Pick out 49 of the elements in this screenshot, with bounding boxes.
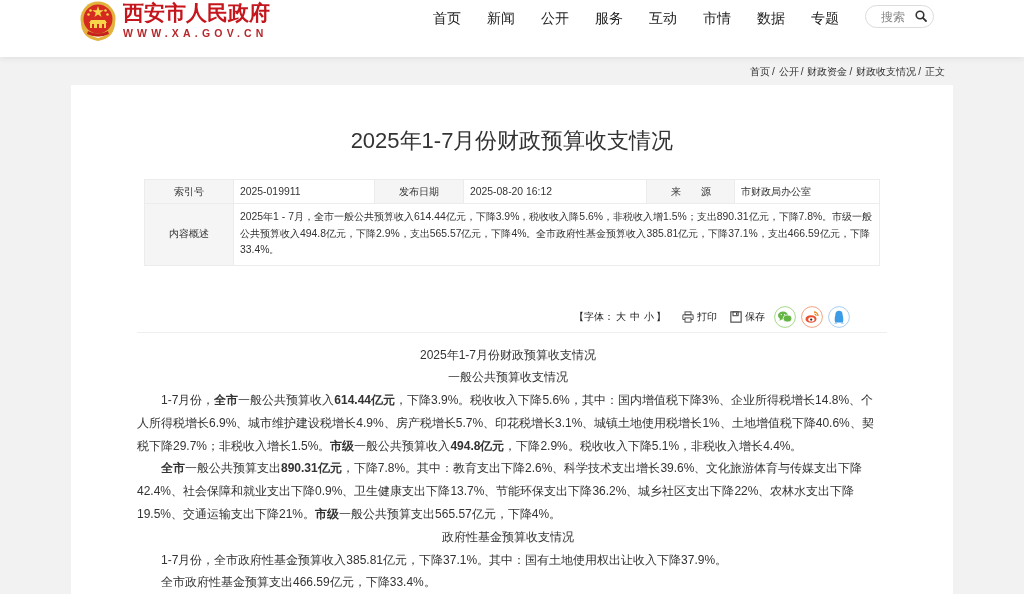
breadcrumb-link[interactable]: 财政收支情况: [856, 66, 917, 77]
meta-label-cell: 内容概述: [144, 203, 234, 265]
meta-label-cell: 发布日期: [374, 179, 464, 204]
breadcrumb-separator: /: [771, 66, 775, 77]
save-button[interactable]: 保存: [730, 309, 765, 324]
breadcrumb-separator: /: [800, 66, 804, 77]
print-icon: [682, 310, 694, 323]
meta-value-cell: 市财政局办公室: [734, 179, 880, 204]
body-paragraph: 1-7月份，全市一般公共预算收入614.44亿元，下降3.9%。税收收入下降5.6%，其中：国内增值税下降3%、企业所得税增长14.8%、个人所得税增长6.9%、城市维护建设税增长4.9%、房产税增长5.7%、印花税增长3.1%、城镇土地使用税增长1%、土地增值税下降40.6%、契税下降29.7%；非税收入增长1.5%。市级一般公共预算收入494.8亿元，下降2.9%。税收收入下降5.1%，非税收入增长4.4%。: [137, 392, 875, 455]
summary-cell: 2025年1 - 7月，全市一般公共预算收入614.44亿元，下降3.9%，税收收入降5.6%，非税收入增1.5%；支出890.31亿元，下降7.8%。市级一般公共预算收入494.8亿元，下降2.9%，支出565.57亿元，下降4%。全市政府性基金预算收入385.81亿元，下降37.1%，支出466.59亿元，下降33.4%。: [233, 203, 880, 265]
search-field[interactable]: 搜索: [865, 5, 934, 28]
article-title: 2025年1-7月份财政预算收支情况: [349, 127, 675, 155]
nav-link[interactable]: 互动: [649, 8, 677, 28]
penguin-icon[interactable]: [828, 305, 850, 328]
nav-link[interactable]: 公开: [541, 8, 569, 28]
meta-label-cell: 索引号: [144, 179, 234, 204]
font-size-bracket: 】: [656, 309, 666, 324]
nav-link[interactable]: 首页: [433, 8, 461, 28]
section-heading: 政府性基金预算收支情况: [441, 528, 575, 546]
print-button[interactable]: 打印: [682, 309, 717, 324]
breadcrumb-link[interactable]: 财政资金: [807, 66, 848, 77]
nav-link[interactable]: 新闻: [487, 8, 515, 28]
meta-label-cell: 来 源: [646, 179, 735, 204]
site-domain: WWW.XA.GOV.CN: [123, 27, 269, 39]
breadcrumb-link[interactable]: 首页: [749, 66, 770, 77]
breadcrumb-link[interactable]: 公开: [778, 66, 799, 77]
body-paragraph: 全市一般公共预算支出890.31亿元，下降7.8%。其中：教育支出下降2.6%、科学技术支出增长39.6%、文化旅游体育与传媒支出下降42.4%、社会保障和就业支出下降0.9%、卫生健康支出下降13.7%、节能环保支出下降36.2%、城乡社区支出下降22%、农林水支出下降19.5%、交通运输支出下降21%。市级一般公共预算支出565.57亿元，下降4%。: [137, 460, 864, 524]
breadcrumb-current: 正文: [925, 66, 945, 77]
nav-link[interactable]: 服务: [595, 8, 623, 28]
font-size-option[interactable]: 中: [630, 309, 640, 324]
section-heading: 一般公共预算收支情况: [447, 369, 569, 387]
search-icon[interactable]: [915, 10, 927, 22]
body-paragraph: 1-7月份，全市政府性基金预算收入385.81亿元，下降37.1%。其中：国有土地使用权出让收入下降37.9%。: [160, 551, 729, 569]
site-title: 西安市人民政府: [123, 0, 270, 25]
font-size-label: 【字体：: [574, 309, 614, 324]
emblem-icon: [78, 0, 118, 42]
font-size-option[interactable]: 小: [644, 309, 654, 324]
chat-bubbles-icon[interactable]: [774, 305, 796, 328]
nav-link[interactable]: 市情: [703, 8, 731, 28]
font-size-option[interactable]: 大: [616, 309, 626, 324]
eye-swirl-icon[interactable]: [801, 305, 823, 328]
breadcrumb-separator: /: [918, 66, 921, 77]
nav-link[interactable]: 专题: [811, 8, 839, 28]
meta-value-cell: 2025-08-20 16:12: [463, 179, 647, 204]
meta-value-cell: 2025-019911: [233, 179, 375, 204]
section-heading: 2025年1-7月份财政预算收支情况: [418, 346, 597, 364]
breadcrumb-separator: /: [849, 66, 853, 77]
body-paragraph: 全市政府性基金预算支出466.59亿元，下降33.4%。: [160, 574, 437, 592]
nav-link[interactable]: 数据: [757, 8, 785, 28]
